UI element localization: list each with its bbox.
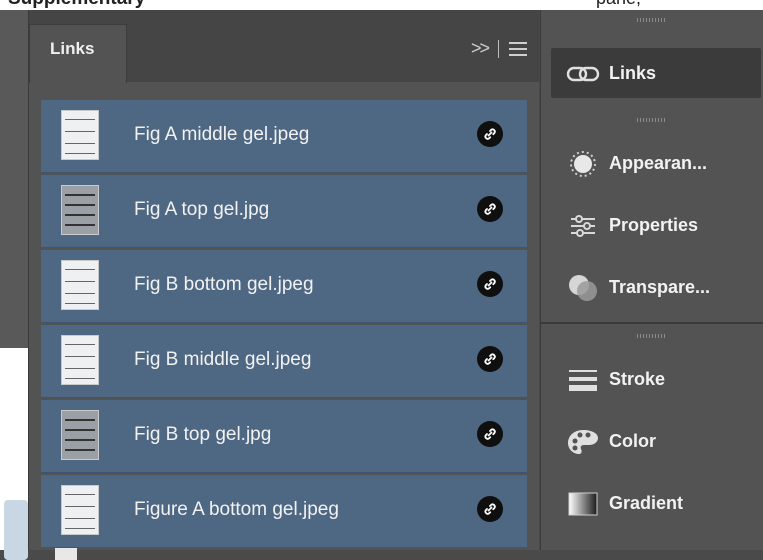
dock-item-label: Color xyxy=(609,430,656,451)
dock-item-label: Stroke xyxy=(609,368,666,389)
link-file-name: Fig B top gel.jpg xyxy=(134,424,272,445)
dock-item-transparency[interactable]: Transpare... xyxy=(551,262,761,312)
dock-item-stroke[interactable]: Stroke xyxy=(551,354,761,404)
image-thumbnail xyxy=(61,110,99,160)
image-thumbnail xyxy=(61,410,99,460)
list-item[interactable]: Fig A middle gel.jpeg xyxy=(41,100,527,173)
document-top-strip: Supplementary pane, xyxy=(0,0,763,10)
image-thumbnail xyxy=(61,260,99,310)
dock-item-gradient[interactable]: Gradient xyxy=(551,478,761,528)
tab-links-label: Links xyxy=(50,39,95,58)
document-text-right: pane, xyxy=(596,0,641,9)
chevron-double-right-icon[interactable]: >> xyxy=(471,38,490,59)
header-divider xyxy=(498,39,499,58)
list-item[interactable]: Fig B top gel.jpg xyxy=(41,400,527,473)
image-thumbnail xyxy=(61,335,99,385)
dock-item-label: Transpare... xyxy=(609,276,711,297)
link-file-name: Fig B bottom gel.jpeg xyxy=(134,274,314,295)
link-icon xyxy=(477,121,503,147)
dock-item-appearance[interactable]: Appearan... xyxy=(551,138,761,188)
link-icon xyxy=(477,421,503,447)
tab-links[interactable]: Links xyxy=(29,24,127,83)
link-file-name: Figure A bottom gel.jpeg xyxy=(134,499,339,520)
list-item[interactable]: Fig B middle gel.jpeg xyxy=(41,325,527,398)
list-item[interactable]: Fig B bottom gel.jpeg xyxy=(41,250,527,323)
document-pasteboard xyxy=(0,10,28,348)
dock-item-label: Gradient xyxy=(609,492,684,513)
gradient-icon xyxy=(565,486,601,522)
document-image-fragment xyxy=(4,500,28,560)
link-icon xyxy=(477,196,503,222)
dock-separator xyxy=(541,322,763,324)
link-icon xyxy=(477,496,503,522)
link-icon xyxy=(477,346,503,372)
dock-item-label: Properties xyxy=(609,214,699,235)
list-item[interactable]: Fig A top gel.jpg xyxy=(41,175,527,248)
dock-item-label: Links xyxy=(609,62,657,83)
dock-grip-handle[interactable] xyxy=(541,10,763,32)
transparency-icon xyxy=(565,270,601,306)
dock-item-color[interactable]: Color xyxy=(551,416,761,466)
sliders-icon xyxy=(565,208,601,244)
link-file-name: Fig A top gel.jpg xyxy=(134,199,270,220)
chain-link-icon xyxy=(565,56,601,92)
dock-grip-handle[interactable] xyxy=(541,110,763,132)
document-canvas[interactable] xyxy=(0,10,28,560)
hamburger-menu-icon[interactable] xyxy=(509,41,527,56)
list-item[interactable]: Figure A bottom gel.jpeg xyxy=(41,475,527,548)
palette-icon xyxy=(565,424,601,460)
link-file-name: Fig A middle gel.jpeg xyxy=(134,124,310,145)
document-text: Supplementary xyxy=(8,0,145,10)
link-file-name: Fig B middle gel.jpeg xyxy=(134,349,312,370)
panel-header-controls: >> xyxy=(471,38,527,59)
panel-dock: Links Appearan... Properties Transpare..… xyxy=(540,10,763,550)
link-icon xyxy=(477,271,503,297)
stroke-icon xyxy=(565,362,601,398)
links-panel: Links >> Fig A middle gel.jpeg Fig A top… xyxy=(28,10,539,560)
image-thumbnail xyxy=(61,185,99,235)
appearance-icon xyxy=(565,146,601,182)
dock-item-links[interactable]: Links xyxy=(551,48,761,98)
dock-item-properties[interactable]: Properties xyxy=(551,200,761,250)
links-list: Fig A middle gel.jpeg Fig A top gel.jpg … xyxy=(41,100,527,550)
dock-item-label: Appearan... xyxy=(609,152,708,173)
links-panel-header: Links >> xyxy=(29,10,539,83)
dock-grip-handle[interactable] xyxy=(541,326,763,348)
image-thumbnail xyxy=(61,485,99,535)
